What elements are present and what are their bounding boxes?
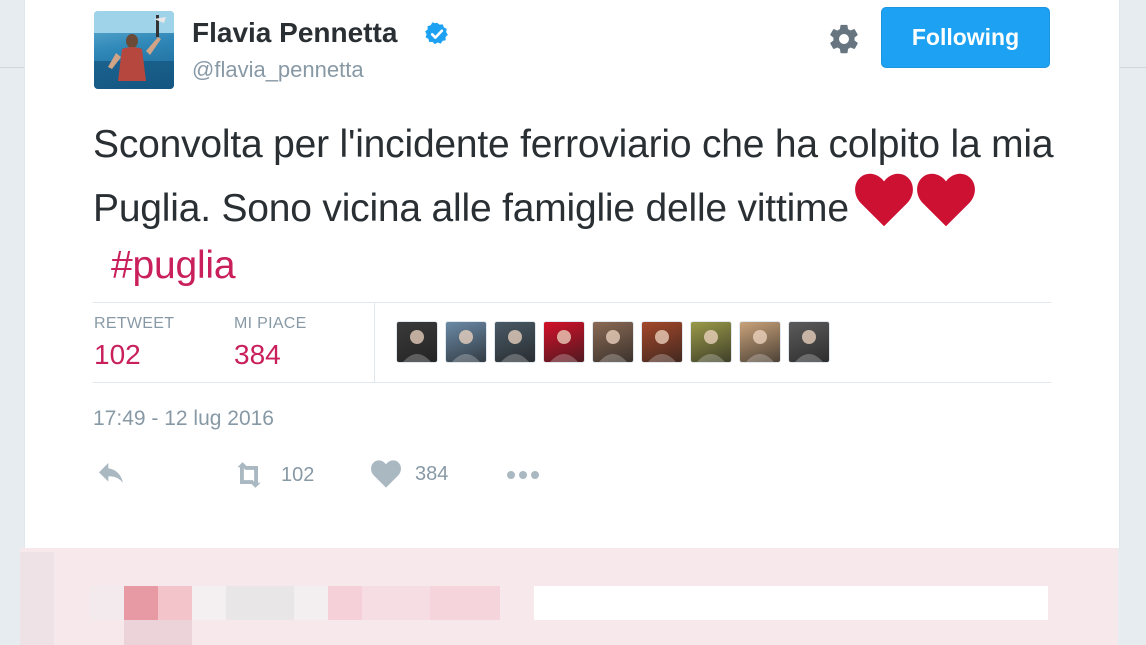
retweet-stat-value[interactable]: 102 [94,339,141,371]
stats-divider-top [93,302,1051,303]
more-icon [507,471,539,479]
following-button[interactable]: Following [881,7,1050,68]
tweet-text: Sconvolta per l'incidente ferroviario ch… [93,116,1073,294]
red-heart-icon [854,173,913,227]
pixel-block [328,586,362,620]
retweet-stat-label: RETWEET [94,315,175,332]
stats-vertical-divider [374,303,375,382]
reply-button[interactable] [95,459,127,491]
liker-avatar[interactable] [494,321,536,363]
gear-icon[interactable] [827,22,861,56]
avatar[interactable] [94,11,174,89]
like-button[interactable]: 384 [371,459,448,489]
background-divider-right [1118,67,1146,68]
pixel-block [362,586,430,620]
liker-avatar[interactable] [445,321,487,363]
likes-stat-label: MI PIACE [234,315,307,332]
liker-avatar[interactable] [592,321,634,363]
pixel-block [124,620,192,645]
heart-emoji-group [854,173,975,227]
like-count: 384 [415,462,449,485]
heart-icon [371,460,401,488]
pixel-block [158,586,192,620]
pixel-block [430,586,500,620]
pixelated-region [20,548,1118,645]
user-display-name[interactable]: Flavia Pennetta [192,17,397,49]
tweet-timestamp[interactable]: 17:49 - 12 lug 2016 [93,407,274,431]
retweet-button[interactable]: 102 [231,459,314,491]
retweet-icon [237,462,261,488]
retweet-count: 102 [281,463,315,486]
hashtag-link[interactable]: #puglia [111,244,236,287]
more-button[interactable] [505,459,541,491]
pixel-block [90,586,124,620]
red-heart-icon [916,173,975,227]
pixel-block [124,586,158,620]
pixel-block [294,586,328,620]
liker-avatar[interactable] [690,321,732,363]
liker-avatar[interactable] [396,321,438,363]
tweet-card: Flavia Pennetta @flavia_pennetta Followi… [24,0,1120,548]
pixel-block [20,552,54,645]
verified-badge-icon [425,22,448,45]
reply-icon [99,463,123,483]
user-handle[interactable]: @flavia_pennetta [192,57,364,83]
likers-avatar-list [396,321,830,363]
liker-avatar[interactable] [739,321,781,363]
liker-avatar[interactable] [641,321,683,363]
pixel-block [534,586,1048,620]
liker-avatar[interactable] [543,321,585,363]
likes-stat-value[interactable]: 384 [234,339,281,371]
pixel-block [192,586,226,620]
pixel-block [226,586,294,620]
liker-avatar[interactable] [788,321,830,363]
stats-divider-bottom [93,382,1051,383]
background-divider-left [0,67,24,68]
